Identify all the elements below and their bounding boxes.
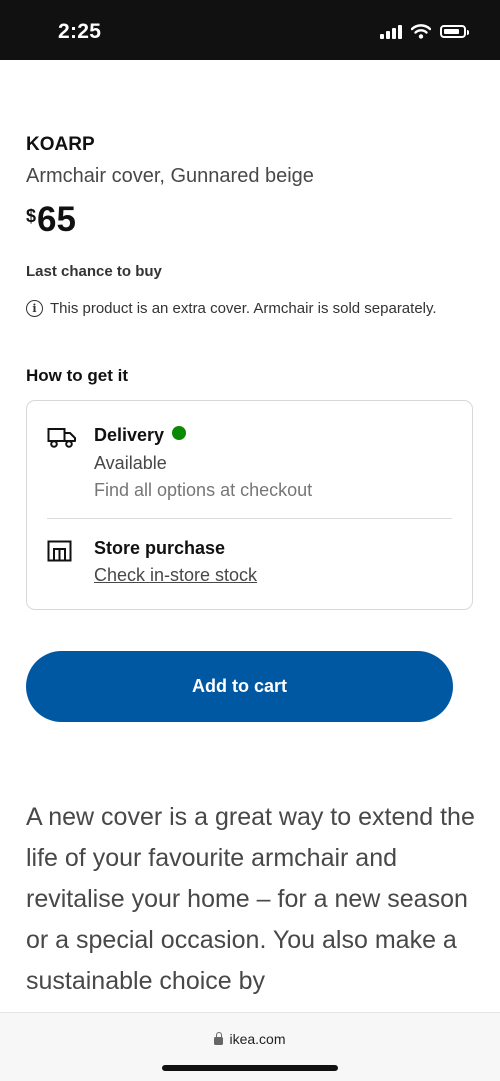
delivery-status: Available: [94, 453, 167, 473]
product-marketing-text: A new cover is a great way to extend the…: [26, 803, 475, 995]
product-notice: i This product is an extra cover. Armcha…: [26, 300, 437, 317]
store-icon: [47, 540, 72, 562]
info-icon: i: [26, 300, 43, 317]
url-bar[interactable]: ikea.com: [0, 1031, 500, 1047]
price-amount: 65: [37, 200, 76, 239]
battery-icon: [440, 24, 469, 38]
options-divider: [47, 518, 452, 519]
add-to-cart-button[interactable]: Add to cart: [26, 651, 453, 722]
browser-bar: ikea.com: [0, 1012, 500, 1081]
availability-dot-icon: [172, 426, 187, 440]
check-stock-link[interactable]: Check in-store stock: [94, 565, 257, 586]
status-bar: 2:25: [0, 0, 500, 60]
delivery-title-row: Delivery: [94, 425, 187, 446]
status-icons: [380, 23, 469, 39]
product-price: $ 65: [26, 200, 76, 240]
status-time: 2:25: [58, 20, 102, 43]
store-title: Store purchase: [94, 538, 226, 558]
how-to-get-it-title: How to get it: [26, 366, 128, 385]
url-text: ikea.com: [229, 1031, 286, 1047]
lock-icon: [214, 1032, 224, 1045]
availability-note: Last chance to buy: [26, 263, 162, 280]
notice-text: This product is an extra cover. Armchair…: [50, 300, 437, 317]
delivery-title: Delivery: [94, 425, 165, 445]
product-description: Armchair cover, Gunnared beige: [26, 165, 314, 187]
home-indicator[interactable]: [162, 1065, 338, 1071]
wifi-icon: [411, 23, 431, 39]
signal-icon: [380, 23, 402, 39]
delivery-detail: Find all options at checkout: [94, 480, 313, 500]
truck-icon: [47, 428, 76, 448]
product-name: KOARP: [26, 134, 95, 155]
price-currency: $: [26, 206, 37, 226]
fulfilment-options-card: Delivery Available Find all options at c…: [26, 400, 473, 610]
